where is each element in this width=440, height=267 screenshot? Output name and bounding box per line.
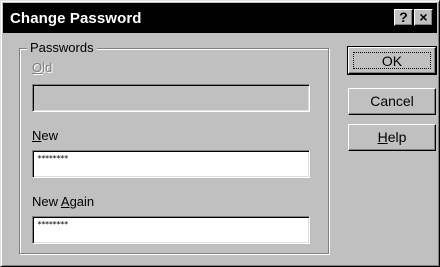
- change-password-dialog: Change Password ? × Passwords Old New **…: [0, 0, 440, 267]
- help-label-mnemonic: H: [377, 129, 388, 145]
- new-label-rest: ew: [41, 128, 59, 143]
- old-label-mnemonic: O: [32, 60, 43, 75]
- dialog-title: Change Password: [10, 10, 142, 27]
- ok-button[interactable]: OK: [347, 46, 437, 75]
- help-button[interactable]: Help: [348, 124, 436, 151]
- ok-button-label: OK: [353, 52, 431, 69]
- close-button[interactable]: ×: [414, 9, 433, 26]
- new-password-field[interactable]: ********: [32, 150, 310, 178]
- new-again-password-field[interactable]: ********: [32, 216, 310, 244]
- context-help-button[interactable]: ?: [394, 9, 413, 26]
- old-label-rest: ld: [42, 60, 53, 75]
- old-password-field: [32, 84, 310, 112]
- cancel-button[interactable]: Cancel: [348, 88, 436, 115]
- help-label-rest: elp: [387, 129, 407, 145]
- again-label-prefix: New: [32, 194, 61, 209]
- again-label-mnemonic: A: [60, 194, 70, 209]
- title-bar[interactable]: Change Password ? ×: [3, 3, 437, 33]
- passwords-group-legend: Passwords: [27, 40, 97, 55]
- new-again-label: New Again: [32, 194, 94, 209]
- new-password-label: New: [32, 128, 58, 143]
- old-password-label: Old: [32, 60, 52, 75]
- again-label-rest: gain: [69, 194, 95, 209]
- new-label-mnemonic: N: [32, 128, 42, 143]
